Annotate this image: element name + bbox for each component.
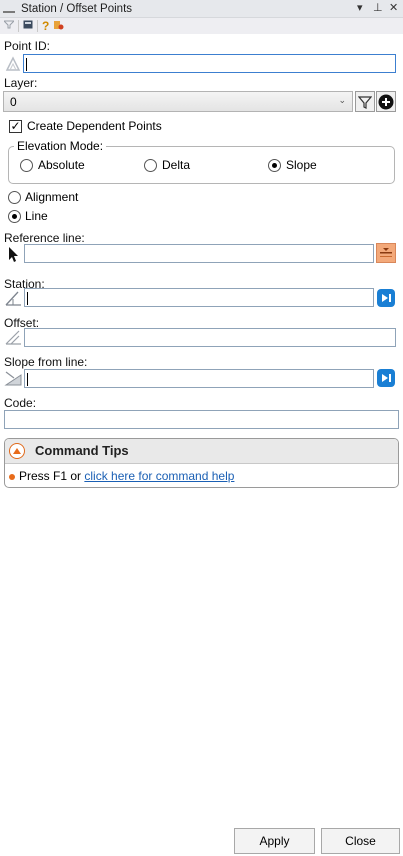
skip-next-icon — [382, 374, 391, 382]
radio-delta[interactable] — [144, 159, 157, 172]
pick-line-button[interactable] — [376, 243, 396, 263]
filter-icon[interactable] — [2, 20, 16, 32]
offset-icon[interactable] — [4, 328, 23, 346]
slope-from-line-label: Slope from line: — [4, 355, 88, 369]
layer-select[interactable]: 0 ⌄ — [3, 91, 353, 112]
radio-alignment-label: Alignment — [25, 190, 79, 204]
create-dependent-label: Create Dependent Points — [27, 119, 162, 133]
slope-next-button[interactable] — [377, 369, 395, 387]
filter-icon — [358, 95, 372, 109]
help-icon[interactable]: ? — [42, 19, 49, 33]
pin-icon[interactable]: ⊥ — [373, 1, 383, 14]
dropdown-icon[interactable]: ▾ — [357, 1, 363, 14]
reference-line-label: Reference line: — [4, 231, 85, 245]
window-title: Station / Offset Points — [21, 2, 133, 15]
reference-line-input[interactable] — [24, 244, 374, 263]
command-tips-panel: Command Tips Press F1 or click here for … — [4, 438, 399, 488]
radio-absolute[interactable] — [20, 159, 33, 172]
command-help-link[interactable]: click here for command help — [84, 469, 234, 483]
radio-slope-label: Slope — [286, 158, 317, 172]
line-pick-icon — [380, 248, 392, 257]
command-tips-header[interactable]: Command Tips — [5, 439, 398, 464]
toolbar: ? — [0, 18, 403, 34]
tips-text: Press F1 or — [19, 469, 85, 483]
point-id-label: Point ID: — [4, 39, 51, 53]
layer-label: Layer: — [4, 76, 38, 90]
collapse-icon[interactable] — [9, 443, 25, 459]
text-caret — [27, 292, 28, 305]
add-layer-button[interactable] — [376, 91, 396, 112]
code-label: Code: — [4, 396, 37, 410]
skip-next-icon — [382, 294, 391, 302]
radio-alignment[interactable] — [8, 191, 21, 204]
radio-line[interactable] — [8, 210, 21, 223]
point-id-input[interactable] — [23, 54, 396, 73]
grid-icon[interactable] — [23, 20, 33, 32]
title-bar: Station / Offset Points ▾ ⊥ ✕ — [0, 0, 403, 18]
window-icon — [3, 5, 15, 13]
offset-input[interactable] — [24, 328, 396, 347]
bullet-icon — [9, 473, 15, 480]
slope-icon[interactable] — [4, 369, 23, 387]
add-icon — [378, 94, 394, 109]
toolbar-separator — [18, 20, 19, 32]
settings-icon[interactable] — [53, 20, 64, 33]
radio-slope[interactable] — [268, 159, 281, 172]
command-tips-title: Command Tips — [35, 443, 129, 458]
command-tips-body: Press F1 or click here for command help — [9, 469, 234, 483]
close-icon[interactable]: ✕ — [389, 1, 398, 14]
code-input[interactable] — [4, 410, 399, 429]
create-dependent-checkbox[interactable]: ✓ — [9, 120, 22, 133]
chevron-down-icon: ⌄ — [338, 95, 346, 105]
toolbar-separator — [37, 20, 38, 32]
text-caret — [26, 58, 27, 71]
station-icon[interactable] — [4, 289, 23, 307]
radio-absolute-label: Absolute — [38, 158, 85, 172]
close-button[interactable]: Close — [321, 828, 400, 854]
pointer-icon[interactable] — [5, 245, 24, 263]
elevation-mode-title: Elevation Mode: — [14, 139, 107, 153]
layer-value: 0 — [10, 95, 17, 109]
radio-delta-label: Delta — [162, 158, 191, 172]
point-icon[interactable] — [4, 55, 23, 73]
layer-filter-button[interactable] — [355, 91, 375, 112]
station-input[interactable] — [24, 288, 374, 307]
station-next-button[interactable] — [377, 289, 395, 307]
apply-button[interactable]: Apply — [234, 828, 315, 854]
slope-from-line-input[interactable] — [24, 369, 374, 388]
radio-line-label: Line — [25, 209, 48, 223]
text-caret — [27, 373, 28, 386]
